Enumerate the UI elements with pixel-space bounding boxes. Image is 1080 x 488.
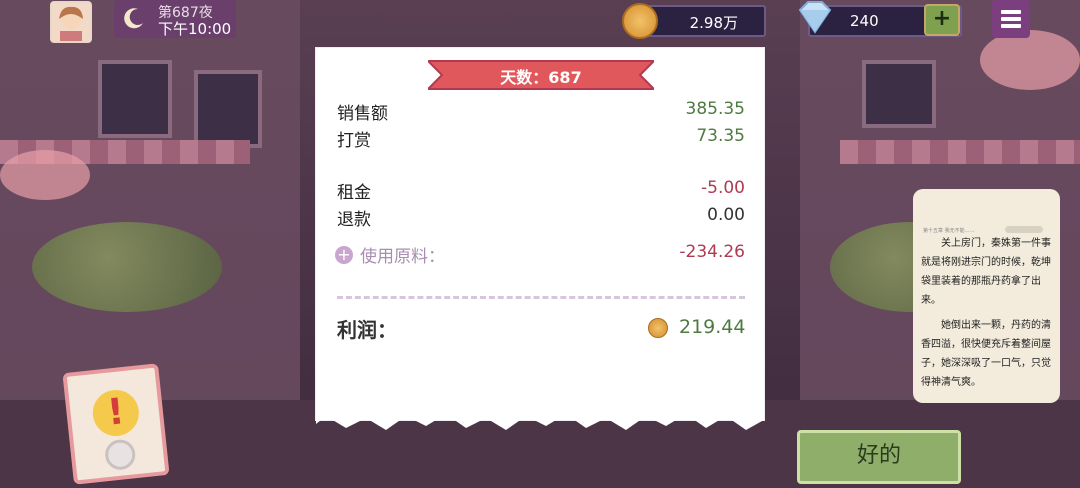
- reader-status-pill: [1005, 226, 1043, 233]
- profit-label: 利润：: [337, 318, 397, 342]
- coin-icon: [648, 318, 668, 338]
- profit-value: 219.44: [679, 316, 746, 338]
- materials-value: -234.26: [679, 242, 745, 262]
- reader-paragraph-2: 她倒出来一颗，丹药的清香四溢，很快便充斥着整间屋子，她深深吸了一口气，只觉得神清…: [921, 320, 1051, 388]
- day-time-panel: 第687夜 下午10:00: [114, 0, 236, 38]
- window-decoration: [98, 60, 172, 138]
- sales-label: 销售额: [337, 104, 388, 124]
- add-gems-button[interactable]: +: [924, 4, 960, 36]
- gem-amount: 240: [850, 12, 879, 30]
- player-avatar[interactable]: [50, 1, 92, 43]
- tree-decoration: [32, 222, 222, 312]
- novel-reader-overlay[interactable]: 第十五章 我无不能…… 关上房门，秦姝第一件事就是将刚进宗门的时候，乾坤袋里装着…: [913, 189, 1060, 403]
- tips-value: 73.35: [696, 126, 745, 146]
- rent-value: -5.00: [701, 178, 745, 198]
- tips-label: 打赏: [337, 131, 371, 151]
- awning: [840, 140, 1080, 164]
- chapter-header: 第十五章 我无不能……: [923, 228, 975, 234]
- moon-icon: [124, 8, 143, 29]
- reader-paragraph-1: 关上房门，秦姝第一件事就是将刚进宗门的时候，乾坤袋里装着的那瓶丹药拿了出来。: [921, 238, 1051, 306]
- refund-value: 0.00: [707, 205, 745, 225]
- coin-icon: [622, 3, 658, 39]
- sales-value: 385.35: [685, 99, 745, 119]
- coin-counter: 2.98万: [640, 5, 766, 37]
- window-decoration: [194, 70, 262, 148]
- rent-label: 租金: [337, 183, 371, 203]
- time-label: 下午10:00: [158, 20, 232, 38]
- refund-label: 退款: [337, 210, 371, 230]
- window-decoration: [862, 60, 936, 128]
- receipt-torn-edge: [316, 404, 764, 430]
- materials-label[interactable]: 使用原料：: [360, 242, 445, 267]
- expand-materials-icon[interactable]: +: [335, 246, 353, 264]
- alert-card-button[interactable]: !: [62, 363, 170, 485]
- receipt-divider: [337, 296, 745, 299]
- day-label: 天数：687: [500, 68, 582, 87]
- alert-indicator: [103, 438, 137, 472]
- alert-icon: !: [90, 387, 142, 439]
- flower-decoration: [0, 150, 90, 200]
- plus-icon: +: [932, 6, 952, 31]
- ok-button[interactable]: 好的: [797, 430, 961, 484]
- gem-icon: [798, 1, 832, 34]
- coin-amount: 2.98万: [689, 14, 738, 32]
- flower-decoration: [980, 30, 1080, 90]
- menu-button[interactable]: [992, 0, 1030, 38]
